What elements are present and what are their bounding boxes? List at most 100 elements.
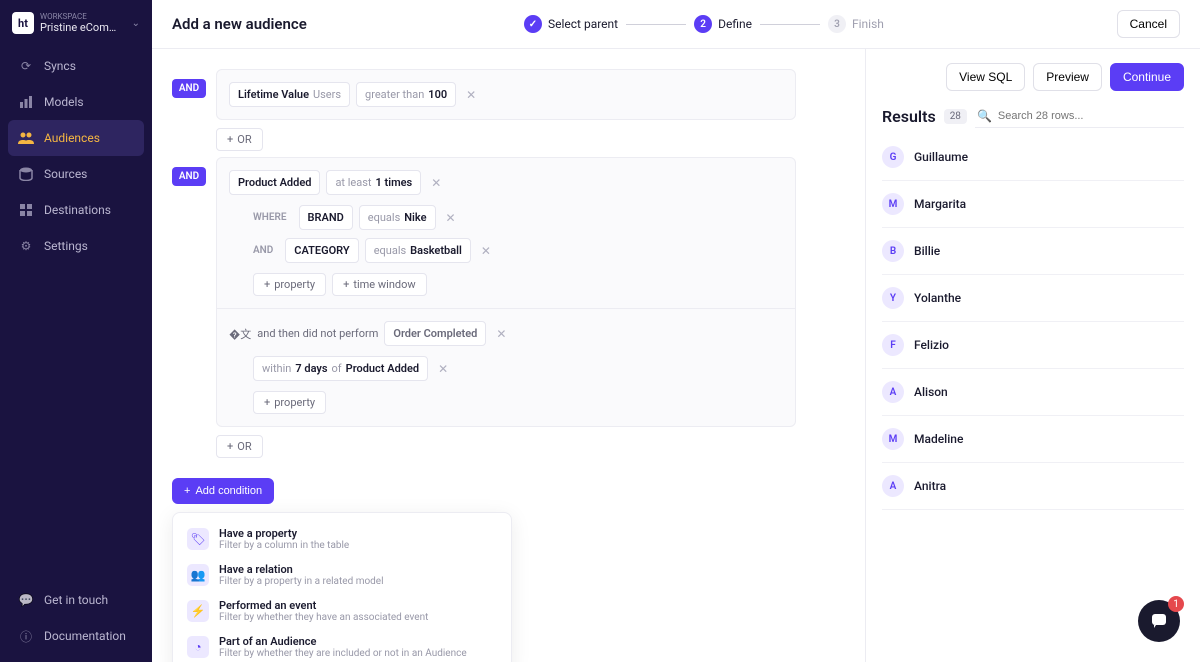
- dropdown-item-audience[interactable]: ◔ Part of an AudienceFilter by whether t…: [181, 629, 503, 662]
- result-name: Yolanthe: [914, 291, 961, 305]
- step-finish: 3 Finish: [828, 15, 884, 33]
- add-or-button[interactable]: + OR: [216, 128, 263, 151]
- result-name: Felizio: [914, 338, 949, 352]
- bolt-icon: ⚡: [187, 600, 209, 622]
- remove-icon[interactable]: ✕: [492, 327, 510, 341]
- sidebar-item-contact[interactable]: 💬 Get in touch: [8, 582, 144, 618]
- result-row[interactable]: M Madeline: [882, 416, 1184, 463]
- result-name: Billie: [914, 244, 940, 258]
- result-row[interactable]: FFelizio: [882, 322, 1184, 369]
- remove-icon[interactable]: ✕: [462, 88, 480, 102]
- check-icon: ✓: [524, 15, 542, 33]
- result-name: Madeline: [914, 432, 963, 446]
- add-or-button[interactable]: + OR: [216, 435, 263, 458]
- property-chip[interactable]: Lifetime Value Users: [229, 82, 350, 107]
- workspace-label: WORKSPACE: [40, 12, 126, 21]
- sidebar-item-models[interactable]: Models: [8, 84, 144, 120]
- condition-type-dropdown: 🏷 Have a propertyFilter by a column in t…: [172, 512, 512, 662]
- results-title: Results: [882, 107, 936, 126]
- conjunction-and[interactable]: AND: [172, 167, 206, 186]
- avatar: Y: [882, 287, 904, 309]
- filter-icon: �⽂: [229, 326, 251, 342]
- remove-icon[interactable]: ✕: [427, 176, 445, 190]
- sidebar-item-sources[interactable]: Sources: [8, 156, 144, 192]
- add-property-button[interactable]: + property: [253, 273, 326, 296]
- tag-icon: 🏷: [187, 528, 209, 550]
- avatar: A: [882, 475, 904, 497]
- where-label: WHERE: [253, 212, 287, 223]
- primary-nav: ⟳ Syncs Models Audiences Sources: [8, 48, 144, 582]
- cancel-button[interactable]: Cancel: [1117, 10, 1180, 38]
- topbar: Add a new audience ✓ Select parent 2 Def…: [152, 0, 1200, 49]
- remove-icon[interactable]: ✕: [442, 211, 460, 225]
- property-name-chip[interactable]: BRAND: [299, 205, 353, 230]
- view-sql-button[interactable]: View SQL: [946, 63, 1025, 91]
- chat-icon: 💬: [18, 592, 34, 608]
- condition-card: Lifetime Value Users greater than 100 ✕: [216, 69, 796, 120]
- workspace-switcher[interactable]: ht WORKSPACE Pristine eCommer... ⌄: [8, 8, 144, 38]
- conjunction-and[interactable]: AND: [172, 79, 206, 98]
- result-row[interactable]: A Anitra: [882, 463, 1184, 510]
- continue-button[interactable]: Continue: [1110, 63, 1184, 91]
- property-op-chip[interactable]: equals Basketball: [365, 238, 471, 263]
- sidebar-item-audiences[interactable]: Audiences: [8, 120, 144, 156]
- operator-chip[interactable]: greater than 100: [356, 82, 456, 107]
- add-time-window-button[interactable]: + time window: [332, 273, 427, 296]
- avatar: G: [882, 146, 904, 168]
- remove-icon[interactable]: ✕: [477, 244, 495, 258]
- funnel-event-chip[interactable]: Order Completed: [384, 321, 486, 346]
- add-property-button[interactable]: + property: [253, 391, 326, 414]
- preview-button[interactable]: Preview: [1033, 63, 1102, 91]
- result-row[interactable]: B Billie: [882, 228, 1184, 275]
- condition-card: Product Added at least 1 times ✕ WHERE: [216, 157, 796, 427]
- result-name: Alison: [914, 385, 948, 399]
- sidebar-item-destinations[interactable]: Destinations: [8, 192, 144, 228]
- dropdown-item-property[interactable]: 🏷 Have a propertyFilter by a column in t…: [181, 521, 503, 557]
- chat-bubble-icon: [1149, 611, 1169, 631]
- intercom-launcher[interactable]: 1: [1138, 600, 1180, 642]
- results-panel: View SQL Preview Continue Results 28 🔍 G…: [865, 49, 1200, 662]
- grid-icon: [18, 202, 34, 218]
- pie-chart-icon: ◔: [187, 636, 209, 658]
- frequency-chip[interactable]: at least 1 times: [326, 170, 421, 195]
- dropdown-item-event[interactable]: ⚡ Performed an eventFilter by whether th…: [181, 593, 503, 629]
- sidebar-item-docs[interactable]: ⓘ Documentation: [8, 618, 144, 654]
- step-define[interactable]: 2 Define: [694, 15, 752, 33]
- dropdown-item-relation[interactable]: 👥 Have a relationFilter by a property in…: [181, 557, 503, 593]
- result-row[interactable]: M Margarita: [882, 181, 1184, 228]
- chart-bar-icon: [18, 94, 34, 110]
- gear-icon: ⚙: [18, 238, 34, 254]
- avatar: M: [882, 428, 904, 450]
- results-list: G Guillaume M Margarita B Billie Y Yolanthe FFel…: [882, 134, 1184, 510]
- event-chip[interactable]: Product Added: [229, 170, 320, 195]
- users-icon: [18, 130, 34, 146]
- add-condition-button[interactable]: + Add condition: [172, 478, 274, 504]
- avatar: A: [882, 381, 904, 403]
- property-name-chip[interactable]: CATEGORY: [285, 238, 358, 263]
- workspace-logo: ht: [12, 12, 34, 34]
- result-row[interactable]: A Alison: [882, 369, 1184, 416]
- property-op-chip[interactable]: equals Nike: [359, 205, 436, 230]
- step-select-parent[interactable]: ✓ Select parent: [524, 15, 618, 33]
- sync-icon: ⟳: [18, 58, 34, 74]
- funnel-text: and then did not perform: [257, 327, 378, 340]
- database-icon: [18, 166, 34, 182]
- result-name: Anitra: [914, 479, 946, 493]
- search-input[interactable]: [998, 110, 1182, 122]
- result-name: Margarita: [914, 197, 966, 211]
- remove-icon[interactable]: ✕: [434, 362, 452, 376]
- results-search[interactable]: 🔍: [975, 105, 1184, 128]
- users-icon: 👥: [187, 564, 209, 586]
- search-icon: 🔍: [977, 109, 992, 123]
- results-count: 28: [944, 109, 967, 124]
- notification-badge: 1: [1168, 596, 1184, 612]
- sidebar-item-syncs[interactable]: ⟳ Syncs: [8, 48, 144, 84]
- result-row[interactable]: Y Yolanthe: [882, 275, 1184, 322]
- within-chip[interactable]: within 7 days of Product Added: [253, 356, 428, 381]
- result-name: Guillaume: [914, 150, 968, 164]
- sidebar-item-settings[interactable]: ⚙ Settings: [8, 228, 144, 264]
- result-row[interactable]: G Guillaume: [882, 134, 1184, 181]
- avatar: M: [882, 193, 904, 215]
- avatar: B: [882, 240, 904, 262]
- step-indicator: ✓ Select parent 2 Define 3 Finish: [524, 15, 884, 33]
